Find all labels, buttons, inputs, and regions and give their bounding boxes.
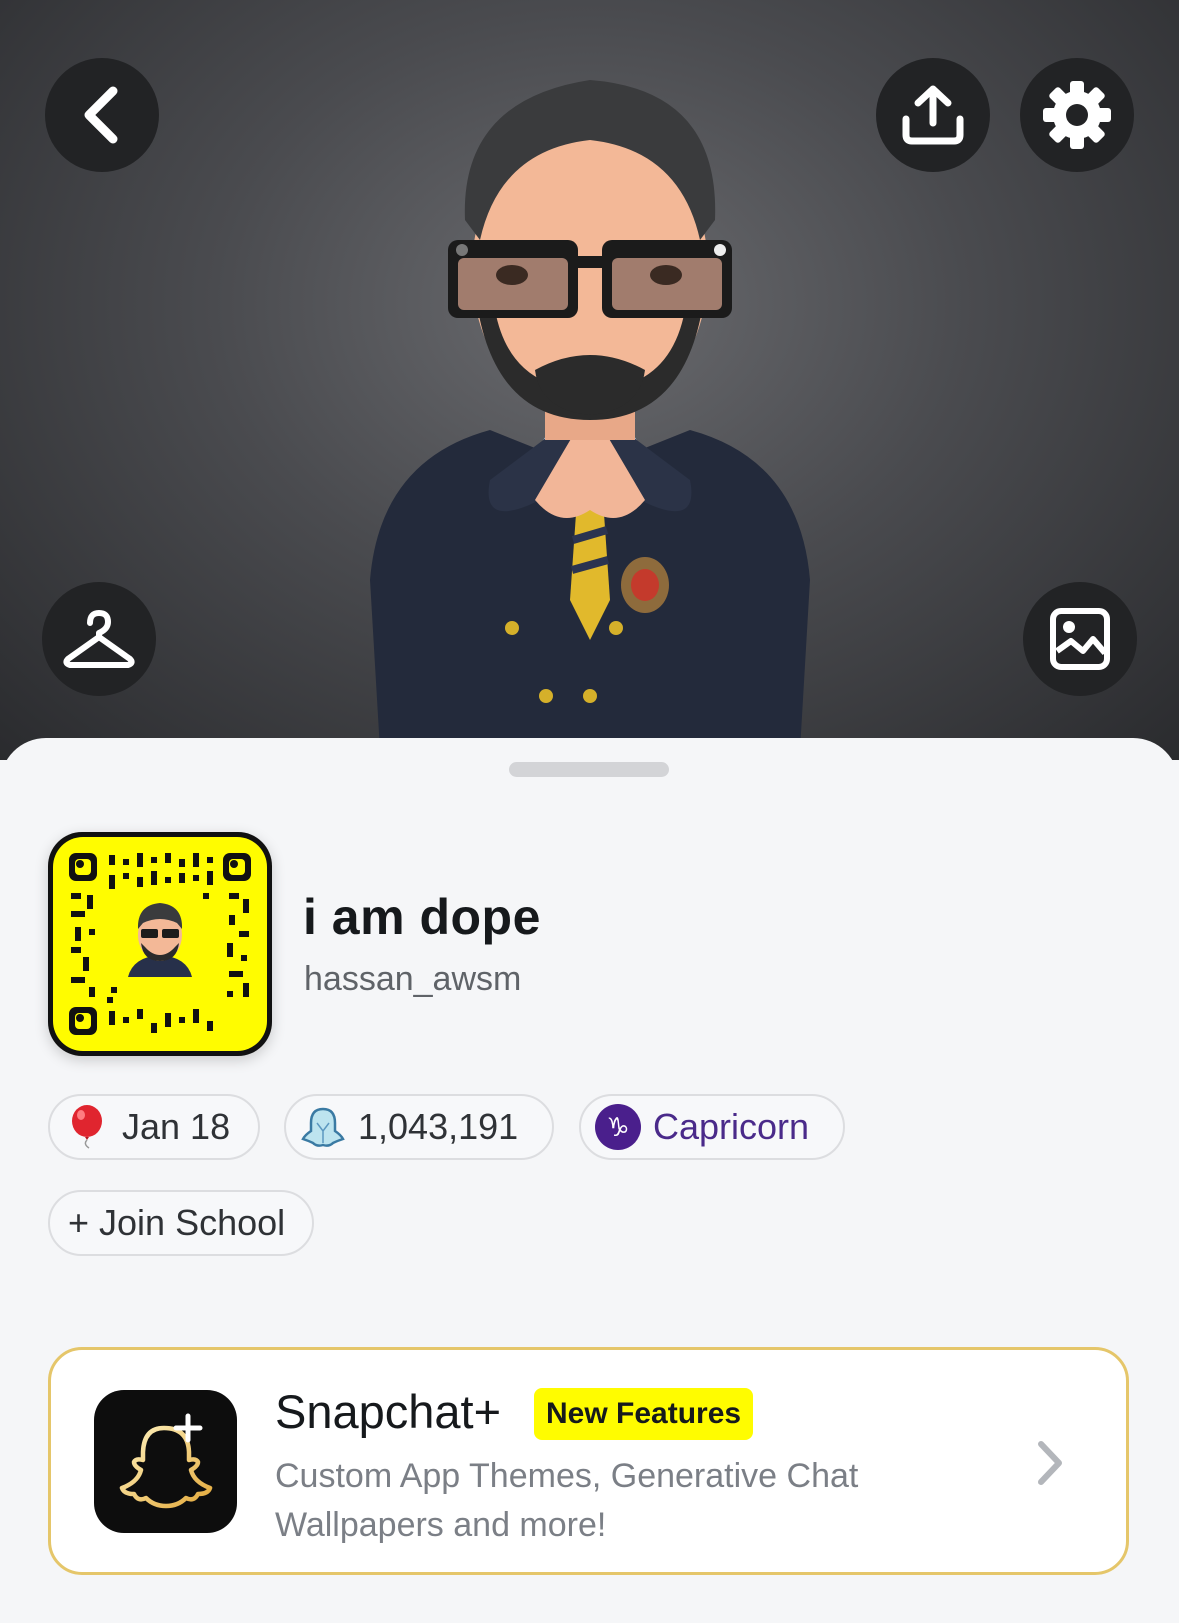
outfit-button[interactable] [42, 582, 156, 696]
bitmoji-avatar [370, 80, 810, 750]
snapchat-plus-card[interactable]: Snapchat+ New Features Custom App Themes… [48, 1347, 1129, 1575]
svg-text:♑: ♑ [606, 1113, 629, 1143]
chevron-left-icon [84, 86, 118, 144]
zodiac-text: Capricorn [653, 1106, 810, 1147]
hanger-icon [63, 610, 135, 668]
join-school-text: + Join School [68, 1202, 286, 1243]
zodiac-chip[interactable]: ♑ Capricorn [579, 1094, 845, 1160]
ghost-icon [300, 1104, 346, 1150]
snapcode[interactable] [48, 832, 272, 1056]
birthday-chip[interactable]: Jan 18 [48, 1094, 260, 1160]
snapchat-plus-icon [94, 1390, 237, 1533]
image-icon [1050, 608, 1110, 670]
snap-score-text: 1,043,191 [358, 1106, 519, 1147]
birthday-text: Jan 18 [122, 1106, 231, 1147]
gear-icon [1043, 81, 1111, 149]
chevron-right-icon [1038, 1441, 1062, 1485]
settings-button[interactable] [1020, 58, 1134, 172]
bitmoji-photo-button[interactable] [1023, 582, 1137, 696]
share-upload-icon [902, 85, 964, 145]
new-features-badge: New Features [534, 1388, 754, 1440]
display-name: i am dope [303, 889, 541, 945]
back-button[interactable] [45, 58, 159, 172]
username: hassan_awsm [304, 960, 522, 998]
snapchat-plus-description: Custom App Themes, Generative Chat Wallp… [275, 1457, 859, 1544]
balloon-icon [64, 1104, 110, 1150]
snap-score-chip[interactable]: 1,043,191 [284, 1094, 554, 1160]
bitmoji-hero [0, 0, 1179, 760]
capricorn-icon: ♑ [595, 1104, 641, 1150]
share-button[interactable] [876, 58, 990, 172]
snapchat-plus-title: Snapchat+ [275, 1385, 502, 1438]
snapcode-pattern [69, 853, 251, 1035]
join-school-chip[interactable]: + Join School [48, 1190, 314, 1256]
sheet-grabber[interactable] [509, 762, 669, 777]
